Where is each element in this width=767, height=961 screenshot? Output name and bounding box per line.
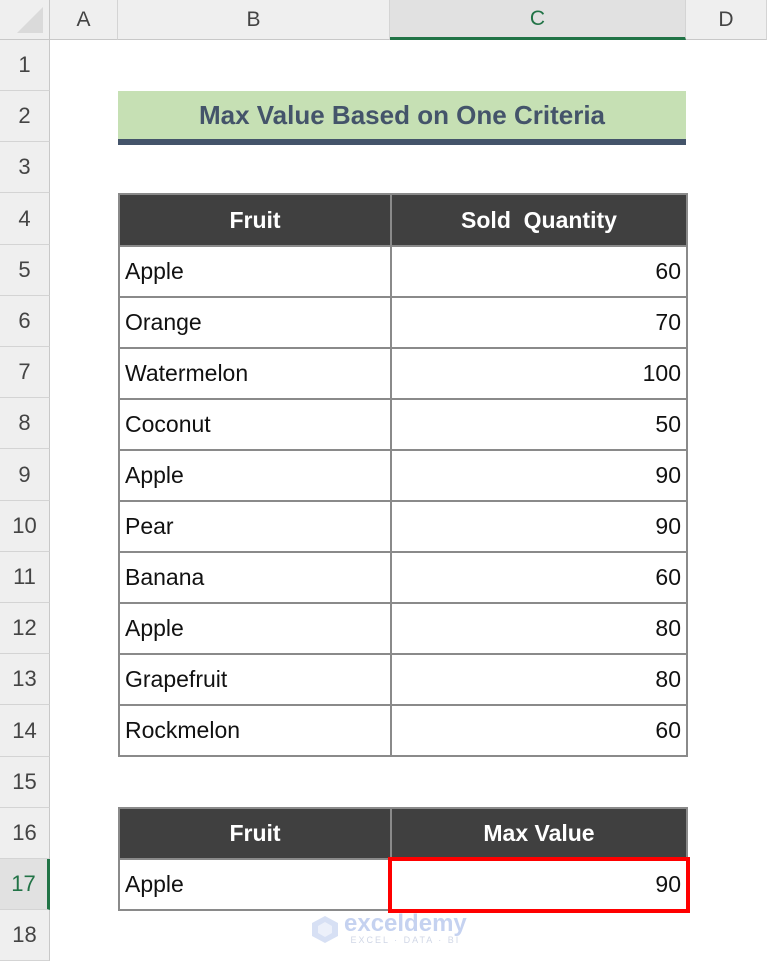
fruit-sales-table: Fruit Sold Quantity Apple 60 Orange 70 Water… [118, 193, 688, 757]
result-header-fruit[interactable]: Fruit [118, 807, 392, 860]
row-header-5[interactable]: 5 [0, 245, 50, 296]
column-header-a[interactable]: A [50, 0, 118, 40]
row-header-2[interactable]: 2 [0, 91, 50, 142]
header-fruit[interactable]: Fruit [118, 193, 392, 247]
row-header-8[interactable]: 8 [0, 398, 50, 449]
fruit-cell[interactable]: Orange [118, 296, 392, 349]
fruit-cell[interactable]: Grapefruit [118, 653, 392, 706]
column-header-d[interactable]: D [686, 0, 767, 40]
table-row: Orange 70 [118, 296, 688, 349]
quantity-cell[interactable]: 90 [390, 500, 688, 553]
table-row: Apple 90 [118, 449, 688, 502]
fruit-cell[interactable]: Apple [118, 245, 392, 298]
table-header-row: Fruit Sold Quantity [118, 193, 688, 247]
quantity-cell[interactable]: 60 [390, 551, 688, 604]
row-header-7[interactable]: 7 [0, 347, 50, 398]
quantity-cell[interactable]: 70 [390, 296, 688, 349]
row-header-18[interactable]: 18 [0, 910, 50, 961]
watermark-brand: exceldemy [344, 910, 467, 937]
header-sold-quantity[interactable]: Sold Quantity [390, 193, 688, 247]
row-header-12[interactable]: 12 [0, 603, 50, 654]
result-fruit-cell[interactable]: Apple [118, 858, 392, 911]
result-header-row: Fruit Max Value [118, 807, 688, 860]
row-header-11[interactable]: 11 [0, 552, 50, 603]
table-row: Pear 90 [118, 500, 688, 553]
table-row: Grapefruit 80 [118, 653, 688, 706]
table-row: Coconut 50 [118, 398, 688, 451]
row-header-14[interactable]: 14 [0, 705, 50, 757]
fruit-cell[interactable]: Apple [118, 602, 392, 655]
row-header-13[interactable]: 13 [0, 654, 50, 705]
fruit-cell[interactable]: Pear [118, 500, 392, 553]
row-header-17[interactable]: 17 [0, 859, 50, 910]
row-header-16[interactable]: 16 [0, 808, 50, 859]
exceldemy-logo-icon [312, 915, 338, 943]
table-row: Watermelon 100 [118, 347, 688, 400]
column-header-b[interactable]: B [118, 0, 390, 40]
fruit-cell[interactable]: Coconut [118, 398, 392, 451]
row-header-6[interactable]: 6 [0, 296, 50, 347]
result-header-max-value[interactable]: Max Value [390, 807, 688, 860]
quantity-cell[interactable]: 60 [390, 704, 688, 757]
column-header-c[interactable]: C [390, 0, 686, 40]
quantity-cell[interactable]: 50 [390, 398, 688, 451]
quantity-cell[interactable]: 80 [390, 653, 688, 706]
row-header-4[interactable]: 4 [0, 193, 50, 245]
fruit-cell[interactable]: Apple [118, 449, 392, 502]
table-row: Apple 60 [118, 245, 688, 298]
selected-cell-highlight [388, 857, 690, 913]
fruit-cell[interactable]: Rockmelon [118, 704, 392, 757]
row-header-10[interactable]: 10 [0, 501, 50, 552]
row-header-3[interactable]: 3 [0, 142, 50, 193]
quantity-cell[interactable]: 100 [390, 347, 688, 400]
exceldemy-watermark: exceldemy EXCEL · DATA · BI [310, 912, 467, 945]
table-row: Banana 60 [118, 551, 688, 604]
watermark-tagline: EXCEL · DATA · BI [350, 935, 461, 945]
fruit-cell[interactable]: Banana [118, 551, 392, 604]
quantity-cell[interactable]: 90 [390, 449, 688, 502]
quantity-cell[interactable]: 60 [390, 245, 688, 298]
table-row: Rockmelon 60 [118, 704, 688, 757]
row-header-9[interactable]: 9 [0, 449, 50, 501]
quantity-cell[interactable]: 80 [390, 602, 688, 655]
select-all-corner[interactable] [0, 0, 50, 40]
sheet-title: Max Value Based on One Criteria [118, 91, 686, 145]
fruit-cell[interactable]: Watermelon [118, 347, 392, 400]
table-row: Apple 80 [118, 602, 688, 655]
row-header-1[interactable]: 1 [0, 40, 50, 91]
row-header-15[interactable]: 15 [0, 757, 50, 808]
